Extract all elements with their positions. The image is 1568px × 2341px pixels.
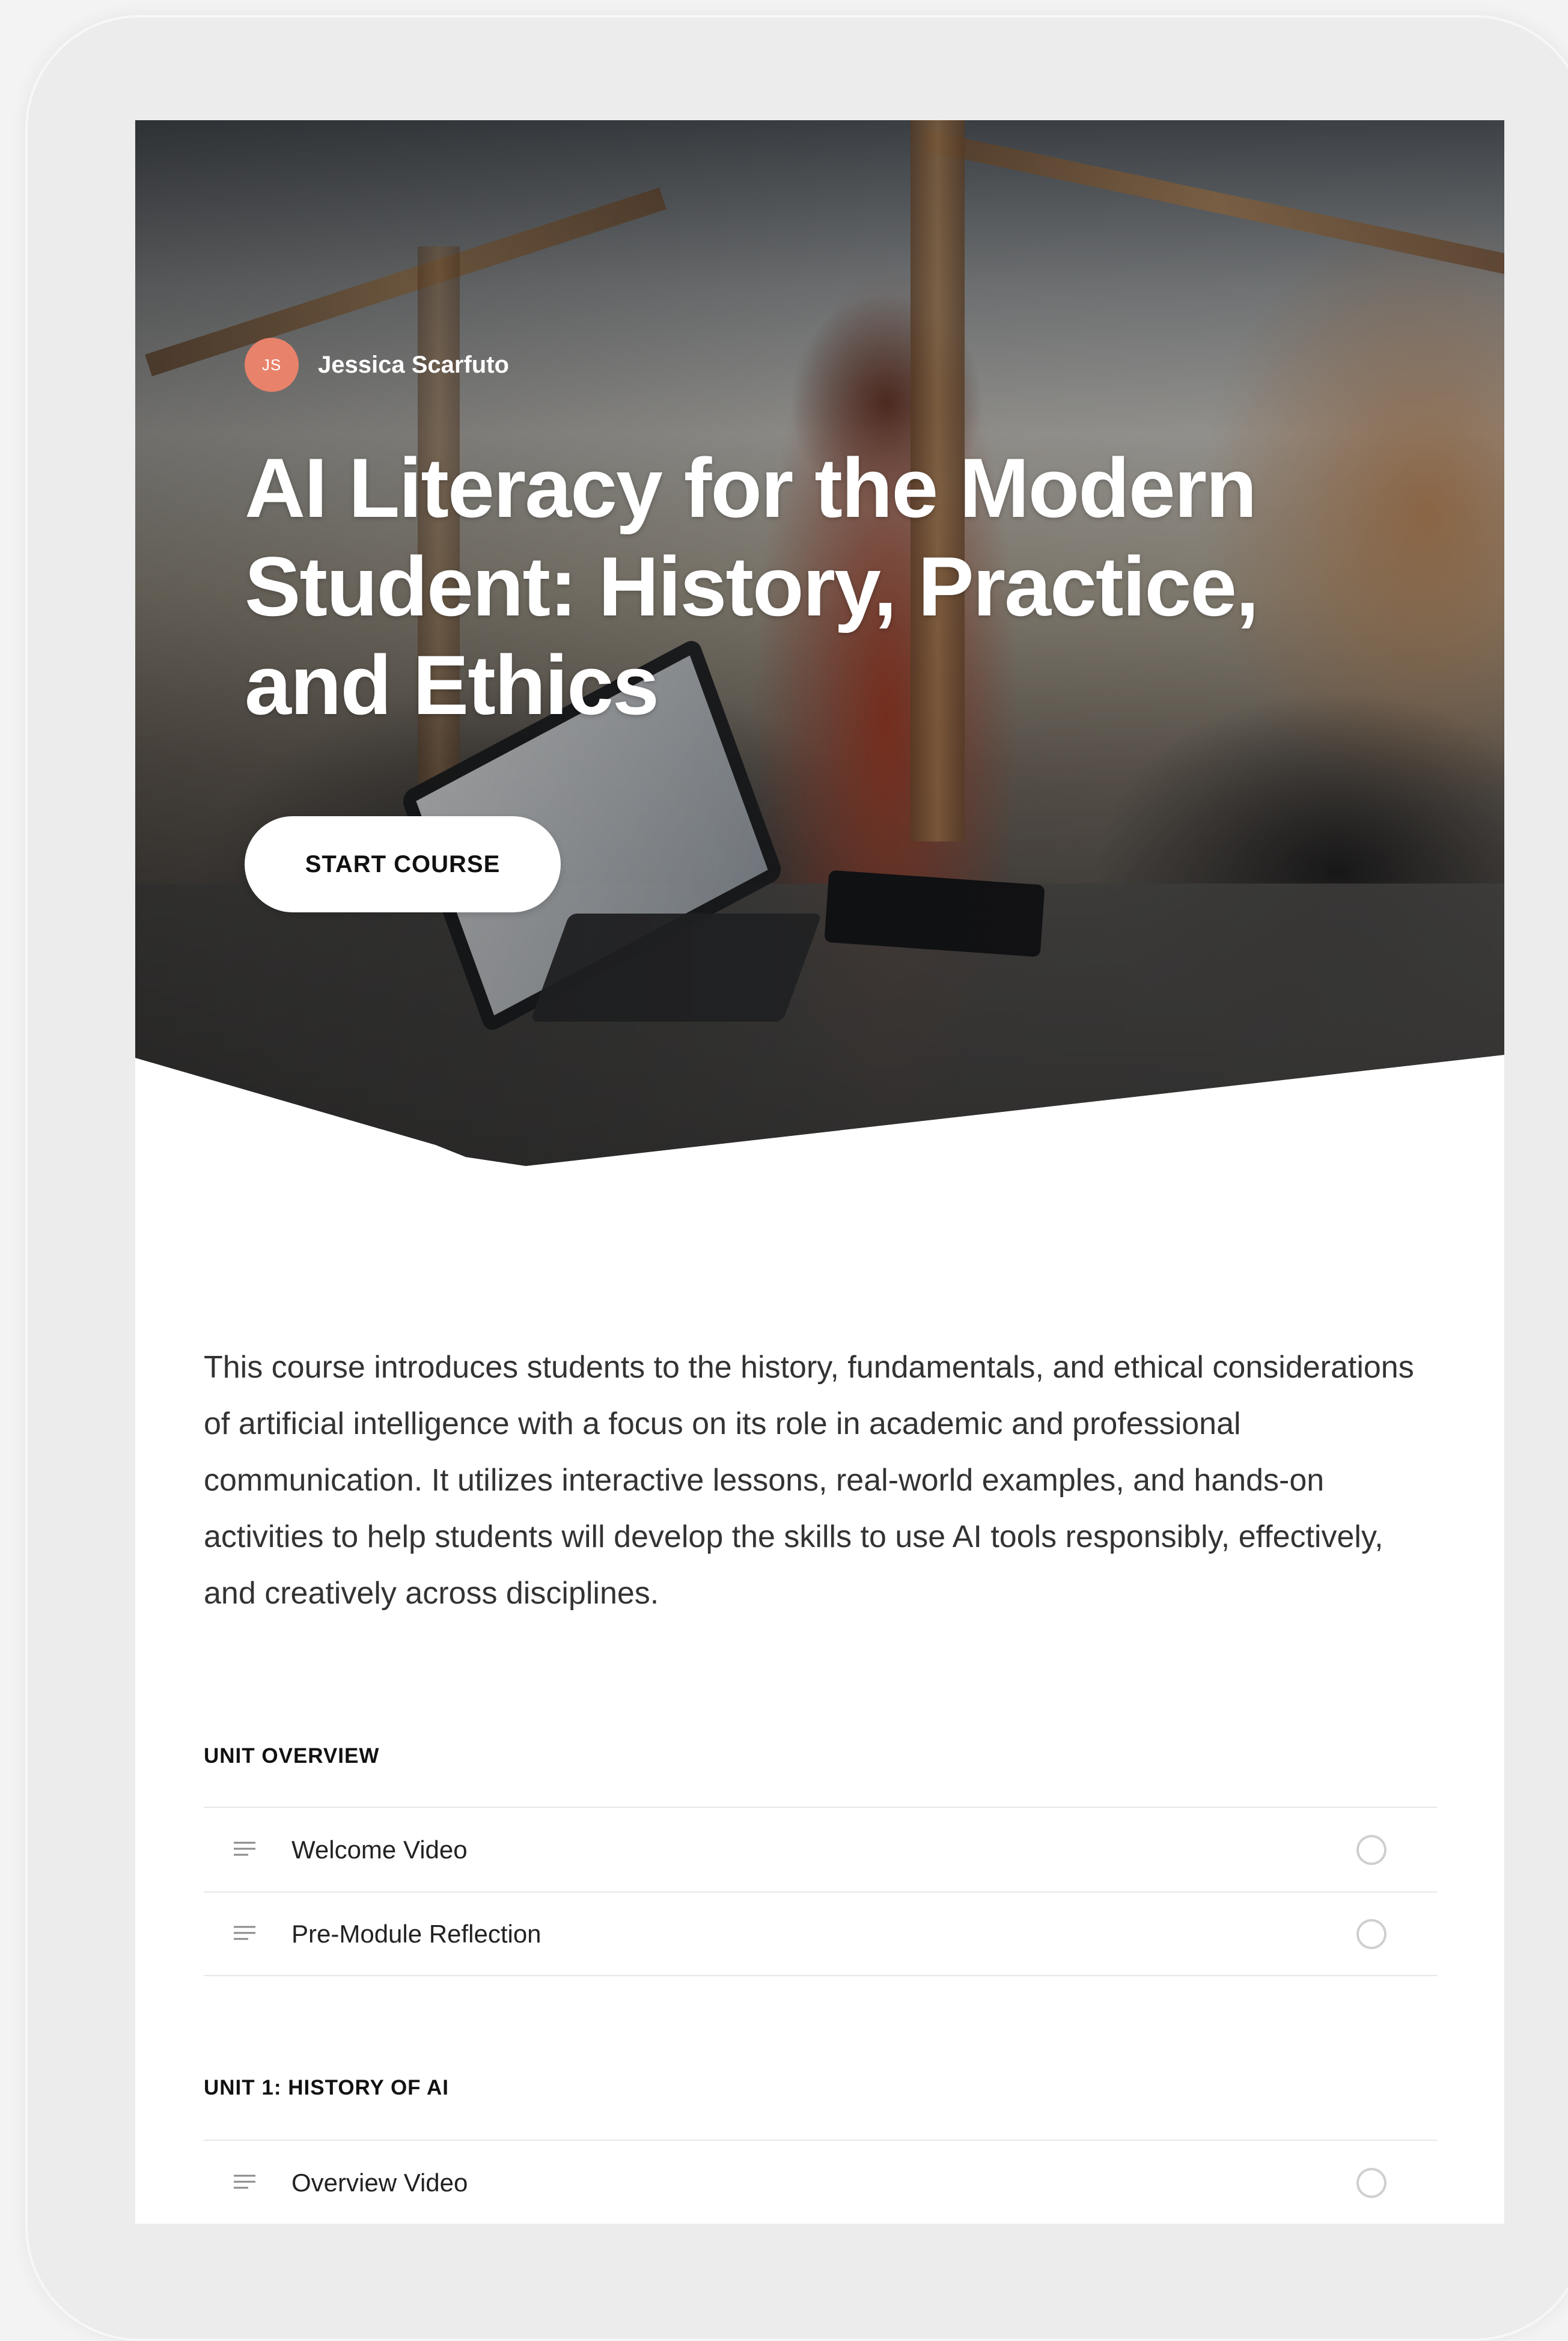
lesson-item[interactable]: Pre-Module Reflection — [204, 1891, 1437, 1976]
course-title: AI Literacy for the Modern Student: Hist… — [245, 441, 1259, 732]
course-description: This course introduces students to the h… — [204, 1350, 1414, 1611]
section-heading-unit-overview: UNIT OVERVIEW — [204, 1744, 380, 1768]
section-heading-unit-1: UNIT 1: HISTORY OF AI — [204, 2076, 449, 2099]
author-name: Jessica Scarfuto — [318, 351, 509, 378]
author-avatar: JS — [245, 338, 299, 392]
lesson-text-icon — [234, 1842, 255, 1855]
lesson-title: Welcome Video — [291, 1835, 468, 1864]
lesson-status-circle-icon[interactable] — [1356, 1918, 1386, 1949]
course-hero: JS Jessica Scarfuto AI Literacy for the … — [135, 120, 1504, 1166]
start-course-button[interactable]: START COURSE — [245, 816, 561, 912]
lesson-title: Overview Video — [291, 2168, 468, 2197]
lesson-text-icon — [234, 2175, 255, 2188]
lesson-status-circle-icon[interactable] — [1356, 2167, 1386, 2198]
lesson-list-unit-1: Overview Video — [204, 2140, 1437, 2224]
lesson-item[interactable]: Overview Video — [204, 2140, 1437, 2224]
lesson-item[interactable]: Welcome Video — [204, 1807, 1437, 1891]
course-screen: JS Jessica Scarfuto AI Literacy for the … — [135, 120, 1504, 2224]
lesson-title: Pre-Module Reflection — [291, 1919, 541, 1948]
course-author: JS Jessica Scarfuto — [245, 338, 509, 392]
lesson-text-icon — [234, 1926, 255, 1940]
lesson-list-unit-overview: Welcome Video Pre-Module Reflection — [204, 1807, 1437, 1976]
lesson-status-circle-icon[interactable] — [1356, 1834, 1386, 1865]
